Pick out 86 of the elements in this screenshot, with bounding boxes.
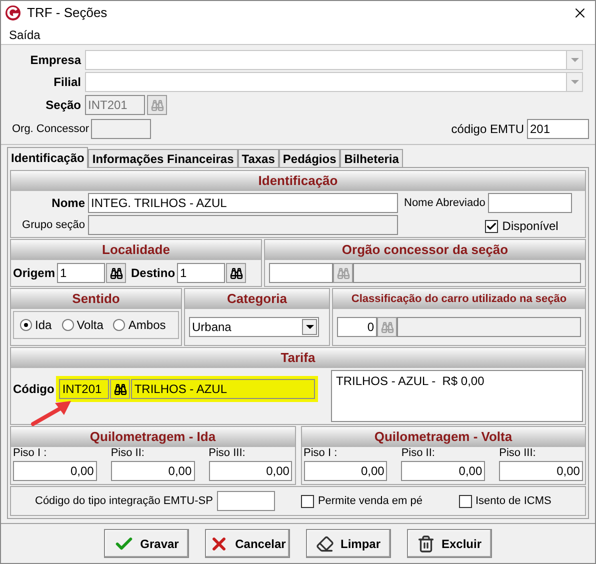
section-code-field[interactable]: INT201 xyxy=(85,95,145,115)
action-button[interactable]: Limpar xyxy=(306,529,391,558)
tab[interactable]: Informações Financeiras xyxy=(88,149,238,167)
binoculars-icon xyxy=(336,266,350,280)
binoculars-icon xyxy=(230,266,243,280)
field-label: Código do tipo integração EMTU-SP xyxy=(35,494,213,509)
field-label: Nome xyxy=(50,195,86,212)
field-label: Piso I : xyxy=(304,447,338,460)
logo-icon xyxy=(5,5,21,21)
field-label: Destino xyxy=(130,265,176,282)
name-field[interactable]: INTEG. TRILHOS - AZUL xyxy=(88,193,398,213)
distance-field[interactable]: 0,00 xyxy=(304,461,388,481)
tab[interactable]: Pedágios xyxy=(278,149,340,167)
distance-field[interactable]: 0,00 xyxy=(13,461,97,481)
classification-name-field[interactable] xyxy=(397,317,581,337)
section-header: Localidade xyxy=(11,240,261,260)
distance-field[interactable]: 0,00 xyxy=(401,461,486,481)
action-button[interactable]: Cancelar xyxy=(205,529,290,558)
tab[interactable]: Identificação xyxy=(7,147,88,168)
section-header: Classificação do carro utilizado na seção xyxy=(333,289,585,309)
section-header: Quilometragem - Ida xyxy=(11,427,294,447)
distance-field[interactable]: 0,00 xyxy=(499,461,583,481)
distance-field[interactable]: 0,00 xyxy=(208,461,292,481)
field-label: Grupo seção xyxy=(21,218,86,233)
checkbox-label: Permite venda em pé xyxy=(318,494,422,509)
eraser-icon xyxy=(316,534,334,552)
org-concessor-field[interactable] xyxy=(91,119,151,139)
window-title: TRF - Seções xyxy=(27,4,108,22)
binoculars-icon xyxy=(114,382,127,396)
emtu-code-field[interactable]: 201 xyxy=(527,119,589,139)
field-label: Nome Abreviado xyxy=(404,196,486,211)
field-label: Piso II: xyxy=(401,447,436,460)
category-dropdown[interactable]: Urbana xyxy=(189,317,319,337)
lookup-button[interactable] xyxy=(106,263,126,283)
section-header: Orgão concessor da seção xyxy=(265,240,585,260)
section-header: Sentido xyxy=(11,289,181,309)
distance-field[interactable]: 0,00 xyxy=(110,461,195,481)
binoculars-icon xyxy=(110,266,123,280)
tab[interactable]: Taxas xyxy=(238,149,279,167)
trash-icon xyxy=(417,534,436,552)
checkbox[interactable] xyxy=(458,494,472,508)
radio-label: Volta xyxy=(76,317,104,334)
radio-button[interactable] xyxy=(20,319,32,331)
checkbox-label: Disponível xyxy=(502,218,558,235)
field-label: Código xyxy=(13,381,56,398)
checkbox-label: Isento de ICMS xyxy=(476,494,552,509)
field-label: Piso II: xyxy=(110,447,146,460)
menu-item[interactable]: Saída xyxy=(7,26,42,44)
short-name-field[interactable] xyxy=(488,193,572,213)
field-label: Seção xyxy=(44,97,82,114)
field-label: Piso III: xyxy=(499,447,537,460)
action-button[interactable]: Gravar xyxy=(104,529,189,558)
fare-code-field[interactable]: INT201 xyxy=(59,379,110,399)
checkbox[interactable] xyxy=(485,220,498,232)
field-label: Empresa xyxy=(29,52,82,69)
classification-field[interactable]: 0 xyxy=(337,317,377,337)
dropdown-value: Urbana xyxy=(191,319,232,336)
radio-button[interactable] xyxy=(113,319,126,331)
orgao-code-field[interactable] xyxy=(269,263,333,283)
section-header: Quilometragem - Volta xyxy=(302,427,585,447)
destination-field[interactable]: 1 xyxy=(177,263,226,283)
field-label: Piso III: xyxy=(208,447,246,460)
checkbox[interactable] xyxy=(300,494,314,508)
radio-label: Ida xyxy=(35,317,52,334)
fare-detail-box: TRILHOS - AZUL - R$ 0,00 xyxy=(331,370,583,422)
lookup-button[interactable] xyxy=(226,263,246,283)
section-header: Categoria xyxy=(185,289,329,309)
lookup-button[interactable] xyxy=(110,379,130,399)
field-label: Org. Concessor xyxy=(10,122,90,137)
radio-label: Ambos xyxy=(128,317,166,334)
action-button[interactable]: Excluir xyxy=(407,529,492,558)
tab[interactable]: Bilheteria xyxy=(340,149,403,167)
field-label: Origem xyxy=(13,265,56,282)
field-label: código EMTU xyxy=(451,121,525,138)
orgao-name-field[interactable] xyxy=(353,263,581,283)
fare-name-field[interactable]: TRILHOS - AZUL xyxy=(131,379,316,399)
section-header: Identificação xyxy=(11,171,585,191)
integration-code-field[interactable] xyxy=(216,491,275,511)
binoculars-icon xyxy=(150,98,164,112)
section-header: Tarifa xyxy=(11,348,585,368)
group-field[interactable] xyxy=(88,215,398,235)
binoculars-icon xyxy=(380,320,394,334)
origin-field[interactable]: 1 xyxy=(57,263,106,283)
field-label: Piso I : xyxy=(13,447,48,460)
field-label: Filial xyxy=(52,74,82,91)
radio-button[interactable] xyxy=(62,319,74,331)
